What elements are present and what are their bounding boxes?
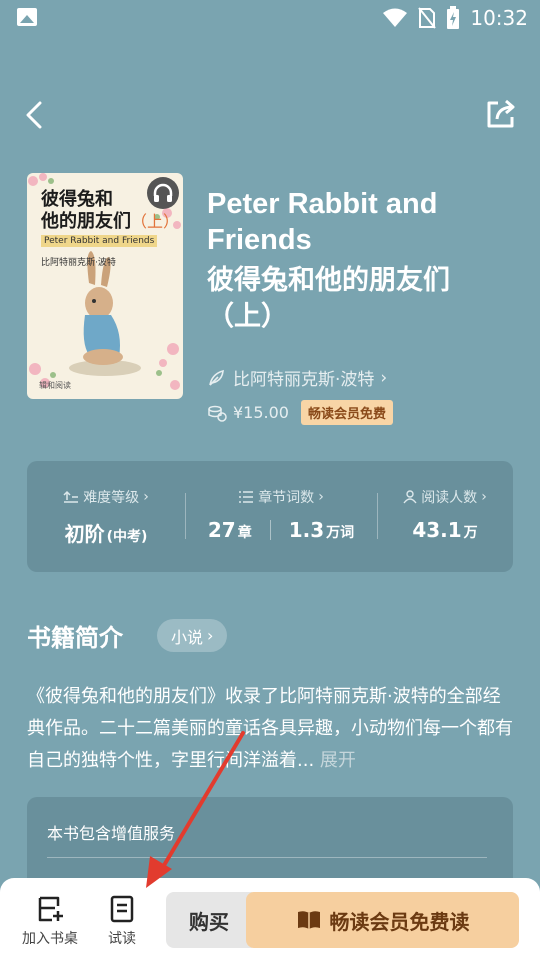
document-icon xyxy=(110,895,134,923)
price-row: ¥15.00 畅读会员免费 xyxy=(207,400,393,425)
wifi-icon xyxy=(383,8,408,27)
share-icon xyxy=(487,99,515,128)
vip-free-read-button[interactable]: 畅读会员免费读 xyxy=(246,892,519,948)
reader-unit: 万 xyxy=(463,525,478,541)
genre-chip[interactable]: 小说 › xyxy=(157,619,228,652)
share-button[interactable] xyxy=(484,97,520,133)
book-cover[interactable]: 彼得兔和 他的朋友们（上） Peter Rabbit and Friends 比… xyxy=(27,173,183,399)
add-shelf-label: 加入书桌 xyxy=(22,931,78,947)
chevron-left-icon xyxy=(26,101,42,129)
chevron-right-icon: › xyxy=(380,367,388,388)
intro-text: 《彼得兔和他的朋友们》收录了比阿特丽克斯·波特的全部经典作品。二十二篇美丽的童话… xyxy=(27,681,517,777)
coins-icon xyxy=(208,405,227,422)
book-title-chinese: 彼得兔和他的朋友们（上） xyxy=(207,265,450,332)
vip-read-label: 畅读会员免费读 xyxy=(329,909,470,934)
intro-body: 《彼得兔和他的朋友们》收录了比阿特丽克斯·波特的全部经典作品。二十二篇美丽的童话… xyxy=(27,686,513,771)
back-button[interactable] xyxy=(16,95,52,135)
stat-readers-label: 阅读人数 › xyxy=(377,487,513,507)
chapter-count: 27 xyxy=(207,518,236,542)
top-bar xyxy=(0,95,540,135)
clock: 10:32 xyxy=(470,6,528,30)
author-link[interactable]: 比阿特丽克斯·波特 › xyxy=(207,365,387,390)
stats-card: 难度等级 › 初阶 (中考) 章节词数 › 27 章 1.3 万词 阅读人数 › 43.1 万 xyxy=(27,461,513,572)
list-icon xyxy=(239,491,254,503)
stat-readers-value: 43.1 万 xyxy=(377,518,513,542)
reader-count: 43.1 xyxy=(412,518,462,542)
stat-difficulty-label-text: 难度等级 xyxy=(83,490,140,506)
chevron-right-icon: › xyxy=(207,626,214,645)
genre-label: 小说 xyxy=(171,627,204,647)
cover-publisher: 辑和阅读 xyxy=(39,381,71,390)
buy-button[interactable]: 购买 xyxy=(166,892,252,948)
stat-readers[interactable]: 阅读人数 › 43.1 万 xyxy=(377,461,513,572)
inner-divider xyxy=(269,520,271,540)
stat-difficulty-value: 初阶 (中考) xyxy=(27,518,185,547)
cover-english-title: Peter Rabbit and Friends xyxy=(41,235,158,247)
intro-title: 书籍简介 xyxy=(27,624,123,652)
status-bar: 10:32 xyxy=(0,0,540,36)
feather-icon xyxy=(209,369,224,386)
no-sim-icon xyxy=(418,7,437,29)
chapter-unit: 章 xyxy=(237,525,252,541)
person-icon xyxy=(403,490,417,504)
author-name: 比阿特丽克斯·波特 xyxy=(233,370,375,390)
cover-title-line2: 他的朋友们 xyxy=(41,211,131,232)
word-count: 1.3 xyxy=(288,518,325,542)
add-shelf-icon xyxy=(38,896,63,922)
expand-link[interactable]: 展开 xyxy=(320,750,356,771)
headphones-icon xyxy=(153,183,173,202)
vip-free-badge: 畅读会员免费 xyxy=(300,400,393,425)
add-to-shelf-button[interactable]: 加入书桌 xyxy=(14,892,86,954)
trial-label: 试读 xyxy=(108,931,136,947)
trial-read-button[interactable]: 试读 xyxy=(86,892,158,954)
gallery-icon xyxy=(17,8,37,26)
price-text: ¥15.00 xyxy=(233,403,289,422)
stat-difficulty-label: 难度等级 › xyxy=(27,487,185,507)
stat-difficulty[interactable]: 难度等级 › 初阶 (中考) xyxy=(27,461,185,572)
battery-charging-icon xyxy=(447,6,460,29)
difficulty-icon xyxy=(63,490,79,503)
stat-readers-label-text: 阅读人数 xyxy=(421,490,478,506)
stat-chapters-value: 27 章 1.3 万词 xyxy=(185,518,377,542)
stat-chapters-label-text: 章节词数 xyxy=(258,490,315,506)
difficulty-unit: (中考) xyxy=(106,529,148,545)
stat-chapters-label: 章节词数 › xyxy=(185,487,377,507)
open-book-icon xyxy=(297,911,320,929)
cover-author: 比阿特丽克斯·波特 xyxy=(41,258,116,268)
word-unit: 万词 xyxy=(326,525,355,541)
status-icons: 10:32 xyxy=(382,4,528,32)
service-title: 本书包含增值服务 xyxy=(47,824,176,843)
difficulty-value: 初阶 xyxy=(64,522,105,546)
audiobook-badge[interactable] xyxy=(147,177,179,209)
stat-chapters[interactable]: 章节词数 › 27 章 1.3 万词 xyxy=(185,461,377,572)
cover-title-part: （上） xyxy=(131,212,180,231)
book-info: Peter Rabbit and Friends 彼得兔和他的朋友们（上） xyxy=(207,186,517,335)
divider xyxy=(47,857,487,858)
book-title-english: Peter Rabbit and Friends xyxy=(207,188,438,256)
